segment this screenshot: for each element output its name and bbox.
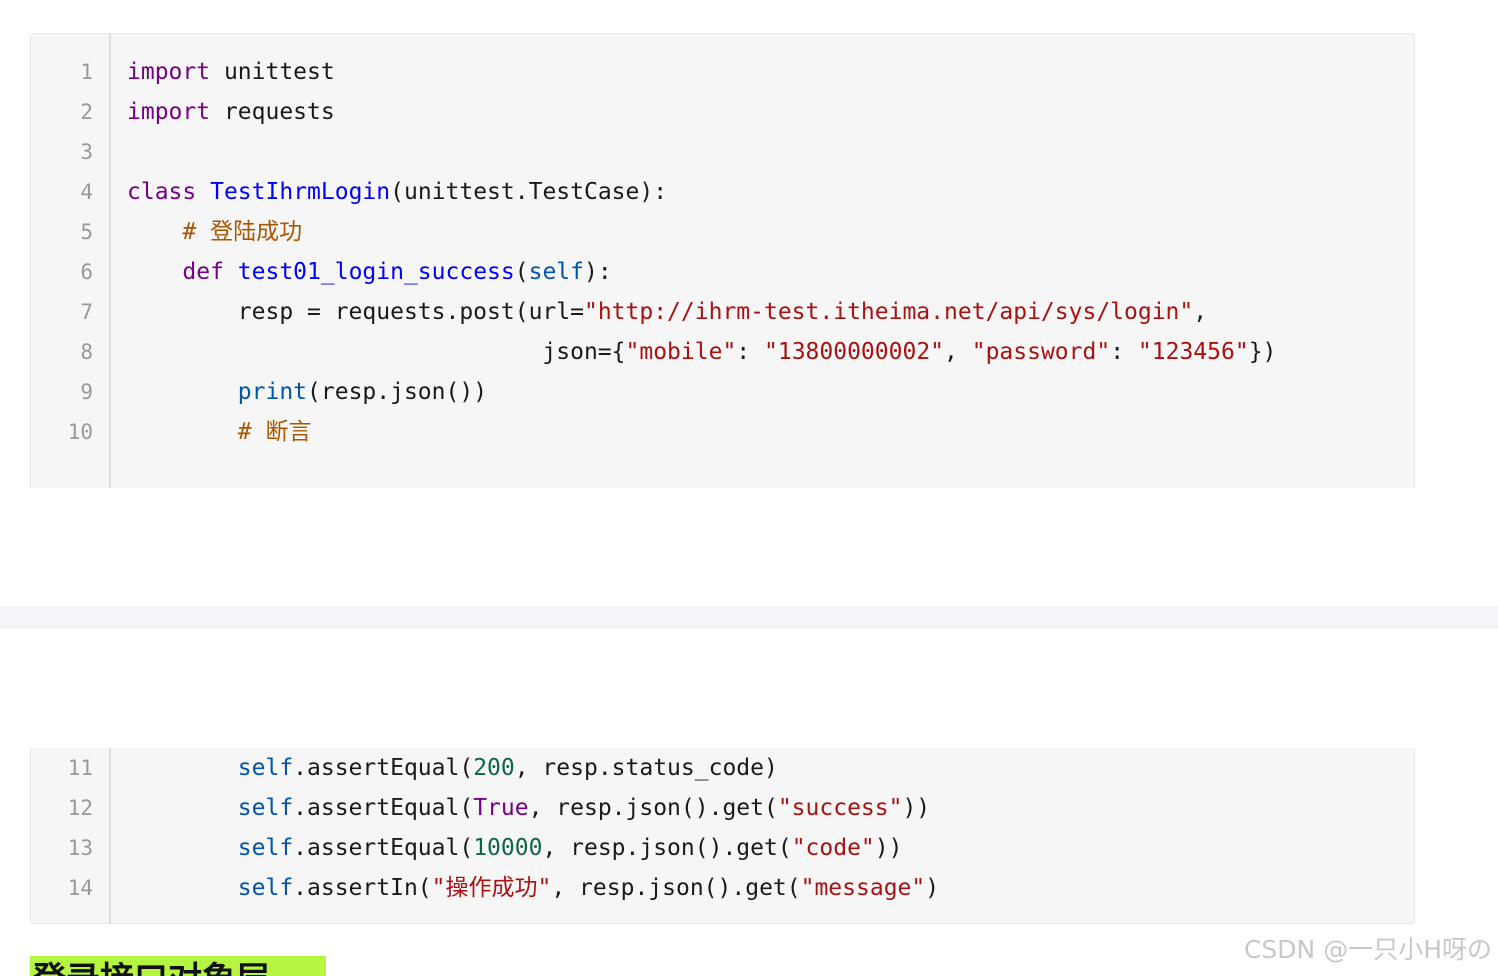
value-mobile: "13800000002" [764,339,945,365]
comment-login-success: # 登陆成功 [182,219,303,245]
section-heading: 登录接口对象层 [32,960,270,976]
print-args: (resp.json()) [307,379,488,405]
line-number: 6 [80,260,93,284]
paren: ( [514,259,529,285]
resp-assign: resp = requests.post(url= [237,299,584,325]
json-close: }) [1248,339,1277,365]
code-line-12: self.assertEqual(True, resp.json().get("… [127,788,930,828]
self-ref: self [237,875,294,901]
url-string: "http://ihrm-test.itheima.net/api/sys/lo… [583,299,1194,325]
code-line-6: def test01_login_success(self): [127,252,612,292]
json-get: , resp.json().get( [551,875,801,901]
assert-equal: .assertEqual( [293,835,474,861]
key-password: "password" [971,339,1111,365]
line-number: 2 [80,100,93,124]
keyword-def: def [182,259,224,285]
keyword-class: class [127,179,197,205]
code-line-7: resp = requests.post(url="http://ihrm-te… [127,292,1207,332]
keyword-import: import [127,99,211,125]
value-password: "123456" [1137,339,1249,365]
self-ref: self [237,755,294,781]
class-name: TestIhrmLogin [210,179,391,205]
code-line-4: class TestIhrmLogin(unittest.TestCase): [127,172,667,212]
number-200: 200 [473,755,515,781]
builtin-print: print [237,379,308,405]
line-number: 11 [67,756,93,780]
line-number: 14 [67,876,93,900]
comma: , [1193,299,1208,325]
atom-true: True [473,795,529,821]
line-number: 1 [80,60,93,84]
code-line-14: self.assertIn("操作成功", resp.json().get("m… [127,868,939,908]
self-ref: self [237,835,294,861]
module-unittest: unittest [210,59,335,85]
close-paren: )) [902,795,931,821]
colon: : [736,339,764,365]
line-number: 13 [67,836,93,860]
module-requests: requests [210,99,335,125]
keyword-import: import [127,59,211,85]
json-get: , resp.json().get( [528,795,778,821]
json-open: json={ [542,339,626,365]
code-line-9: print(resp.json()) [127,372,487,412]
colon: : [1110,339,1138,365]
assert-in: .assertIn( [293,875,432,901]
self-ref: self [237,795,294,821]
assert-equal: .assertEqual( [293,755,474,781]
close-paren: ) [925,875,940,901]
comment-assert: # 断言 [237,419,312,445]
line-number: 3 [80,140,93,164]
status-code-arg: , resp.status_code) [514,755,778,781]
json-get: , resp.json().get( [542,835,792,861]
line-number: 4 [80,180,93,204]
line-number: 8 [80,340,93,364]
number-10000: 10000 [473,835,543,861]
section-heading-highlight: 登录接口对象层 [30,956,326,976]
code-line-1: import unittest [127,52,335,92]
line-number: 12 [67,796,93,820]
code-block-bottom: 11 self.assertEqual(200, resp.status_cod… [30,748,1415,924]
string-code: "code" [791,835,875,861]
page-break-separator [0,606,1498,628]
line-number: 5 [80,220,93,244]
string-success: "success" [777,795,903,821]
self-param: self [528,259,584,285]
function-name: test01_login_success [237,259,515,285]
code-block-top: 1 import unittest 2 import requests 3 4 … [30,33,1415,488]
comma: , [944,339,972,365]
code-line-13: self.assertEqual(10000, resp.json().get(… [127,828,903,868]
string-op-success: "操作成功" [431,875,552,901]
close-paren: )) [874,835,903,861]
code-line-5: # 登陆成功 [127,212,302,252]
code-line-10: # 断言 [127,412,312,452]
csdn-watermark: CSDN @一只小H呀の [1243,935,1492,964]
class-base: (unittest.TestCase): [390,179,668,205]
string-message: "message" [800,875,926,901]
code-line-11: self.assertEqual(200, resp.status_code) [127,748,778,788]
line-number: 9 [80,380,93,404]
code-line-2: import requests [127,92,335,132]
assert-equal: .assertEqual( [293,795,474,821]
page: 1 import unittest 2 import requests 3 4 … [0,0,1498,976]
code-line-8: json={"mobile": "13800000002", "password… [127,332,1276,372]
paren: ): [584,259,612,285]
line-number: 10 [67,420,93,444]
key-mobile: "mobile" [625,339,737,365]
line-number: 7 [80,300,93,324]
